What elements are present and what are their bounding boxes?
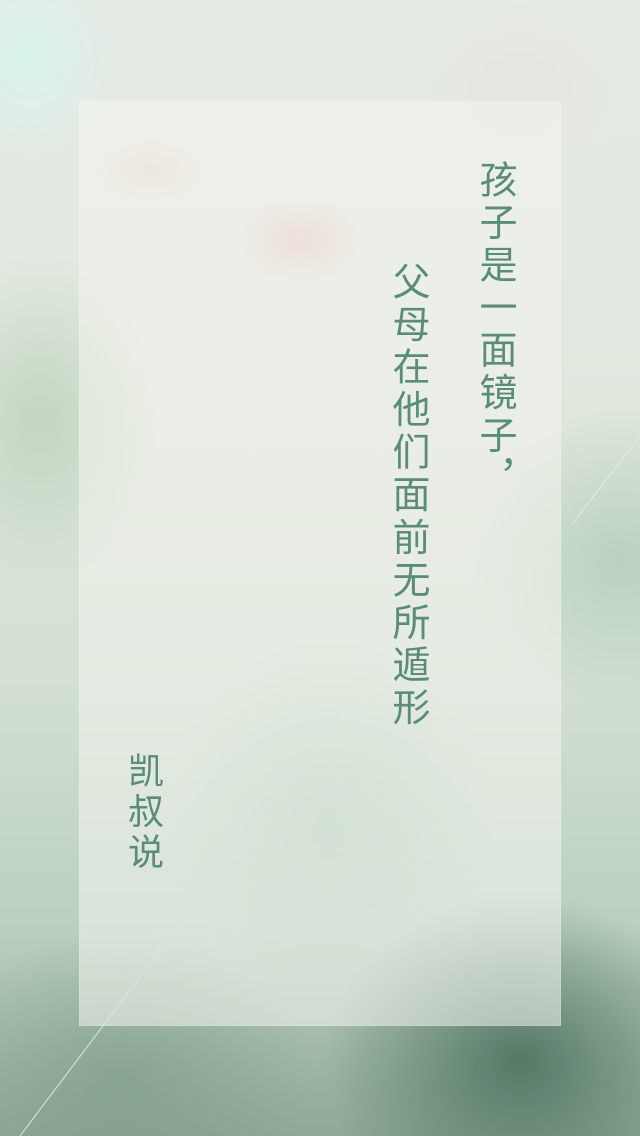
author-signature: 凯叔说 — [122, 752, 163, 873]
quote-line-2: 父母在他们面前无所遁形 — [386, 262, 430, 731]
quote-line-1: 孩子是一面镜子， — [473, 160, 517, 501]
